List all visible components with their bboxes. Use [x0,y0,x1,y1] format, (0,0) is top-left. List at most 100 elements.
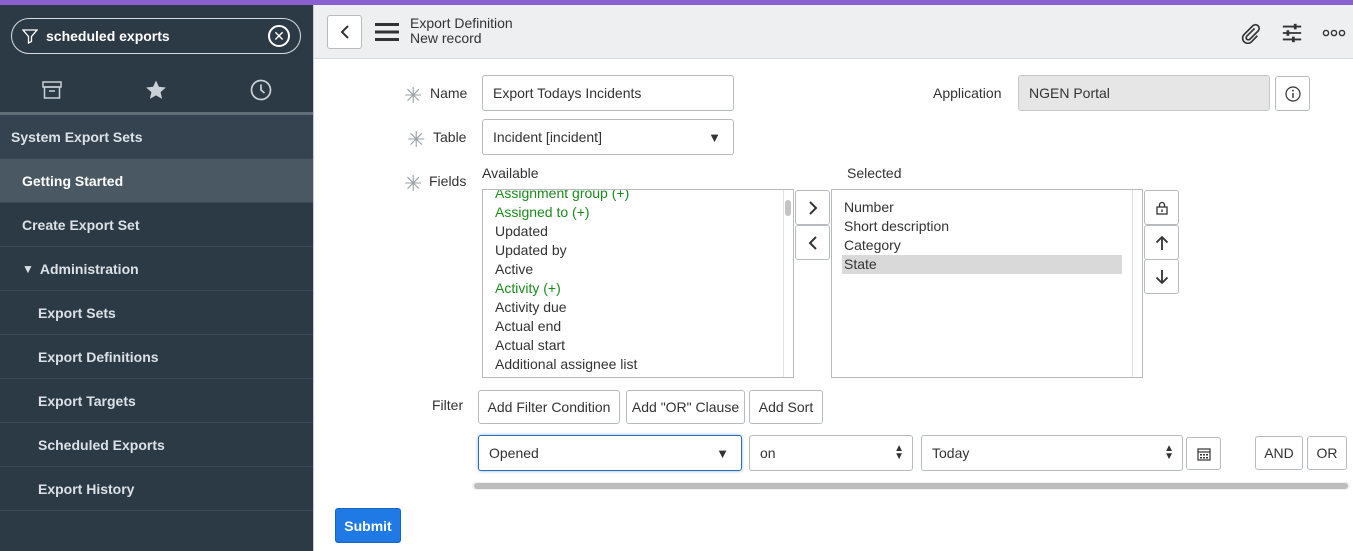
add-filter-condition-button[interactable]: Add Filter Condition [478,390,620,424]
filter-icon [22,29,38,44]
menu-label: Create Export Set [22,216,140,233]
list-item[interactable]: Additional assignee list [483,355,793,374]
menu-export-targets[interactable]: Export Targets [0,379,313,423]
application-info-button[interactable] [1275,76,1310,111]
dropdown-arrow-icon: ▼ [708,129,721,145]
form-title-text: Export Definition [410,15,513,31]
calendar-icon [1196,447,1211,461]
list-item[interactable]: Short description [832,217,1142,236]
list-item[interactable]: Active [483,260,793,279]
available-fields-list[interactable]: Assignment group (+) Assigned to (+) Upd… [482,189,794,378]
horizontal-scrollbar[interactable] [472,482,1350,490]
lock-button[interactable] [1144,190,1179,225]
condition-field-value: Opened [489,445,539,461]
list-item[interactable]: Actual end [483,317,793,336]
list-item[interactable]: Updated [483,222,793,241]
condition-value-value: Today [932,445,970,461]
info-icon [1284,85,1301,102]
selected-fields-list[interactable]: Number Short description Category State [831,189,1143,378]
list-item-selected[interactable]: State [842,255,1122,274]
add-field-button[interactable] [795,190,830,225]
menu-label: Getting Started [22,172,124,189]
dropdown-arrow-icon: ▼ [716,445,729,461]
or-button[interactable]: OR [1307,436,1347,470]
select-arrows-icon: ▲ ▼ [1164,443,1174,462]
name-field-value: Export Todays Incidents [493,85,642,101]
fields-label: Fields [429,173,467,189]
condition-operator-select[interactable]: on ▲ ▼ [749,435,913,471]
menu-label: Export Targets [38,392,136,409]
menu-export-definitions[interactable]: Export Definitions [0,335,313,379]
menu-label: Scheduled Exports [38,436,165,453]
hamburger-menu-icon[interactable] [375,22,399,42]
scrollbar-thumb[interactable] [785,200,791,216]
navigator-filter-input[interactable] [46,28,268,44]
application-field-value: NGEN Portal [1029,85,1110,101]
menu-system-export-sets[interactable]: System Export Sets [0,115,313,159]
calendar-button[interactable] [1186,437,1221,470]
available-label: Available [482,165,539,181]
submit-button[interactable]: Submit [335,508,401,543]
scrollbar-track[interactable] [783,190,793,377]
menu-create-export-set[interactable]: Create Export Set [0,203,313,247]
list-item[interactable]: Actual start [483,336,793,355]
required-icon: ✳ [404,83,423,108]
menu-getting-started[interactable]: Getting Started [0,159,313,203]
menu-label: Export Definitions [38,348,159,365]
list-item[interactable]: Category [832,236,1142,255]
list-item[interactable]: Activity (+) [483,279,793,298]
menu-label: Administration [39,260,139,277]
navigator-sidebar: ✕ System Export Sets Getting Started Cre… [0,5,313,551]
navigator-tabs [0,67,313,115]
sliders-icon[interactable] [1280,21,1304,45]
archive-icon [42,80,62,99]
form-header: Export Definition New record [314,5,1353,59]
required-icon: ✳ [407,127,426,152]
form-subtitle-text: New record [410,30,482,46]
chevron-left-icon [808,235,817,250]
menu-export-sets[interactable]: Export Sets [0,291,313,335]
table-select[interactable]: Incident [incident] ▼ [482,119,734,155]
tab-history[interactable] [209,67,313,112]
condition-value-select[interactable]: Today ▲ ▼ [921,435,1183,471]
list-item[interactable]: Assigned to (+) [483,203,793,222]
header-actions [1238,21,1346,45]
menu-label: Export Sets [38,304,116,321]
add-or-clause-button[interactable]: Add "OR" Clause [626,390,745,424]
paperclip-icon[interactable] [1238,21,1262,45]
more-options-icon[interactable] [1322,21,1346,45]
scrollbar-track[interactable] [1132,190,1142,377]
list-item[interactable]: Assignment group (+) [483,190,793,203]
form-area: Export Definition New record ✳ Name Expo… [313,5,1353,551]
tab-all-apps[interactable] [0,67,104,112]
list-item[interactable]: Number [832,198,1142,217]
application-field: NGEN Portal [1018,75,1270,111]
tab-favorites[interactable] [104,67,208,112]
arrow-up-icon [1155,235,1168,250]
menu-export-history[interactable]: Export History [0,467,313,511]
menu-scheduled-exports[interactable]: Scheduled Exports [0,423,313,467]
navigator-filter[interactable]: ✕ [11,18,301,54]
remove-field-button[interactable] [795,225,830,260]
list-item[interactable]: Activity due [483,298,793,317]
move-down-button[interactable] [1144,259,1179,294]
star-icon [146,80,167,99]
select-arrows-icon: ▲ ▼ [894,443,904,462]
selected-label: Selected [847,165,902,181]
clear-icon[interactable]: ✕ [268,25,290,47]
menu-label: Export History [38,480,135,497]
list-item[interactable]: Updated by [483,241,793,260]
name-field[interactable]: Export Todays Incidents [482,75,734,111]
back-button[interactable] [327,15,362,49]
add-sort-button[interactable]: Add Sort [749,390,823,424]
menu-administration[interactable]: ▼ Administration [0,247,313,291]
arrow-down-icon [1155,269,1168,284]
navigator-menu: System Export Sets Getting Started Creat… [0,115,313,511]
move-up-button[interactable] [1144,225,1179,260]
condition-operator-value: on [760,445,776,461]
application-label: Application [933,85,1002,101]
scrollbar-thumb[interactable] [474,483,1348,489]
and-button[interactable]: AND [1255,436,1303,470]
required-icon: ✳ [404,171,423,196]
condition-field-select[interactable]: Opened ▼ [478,435,742,471]
